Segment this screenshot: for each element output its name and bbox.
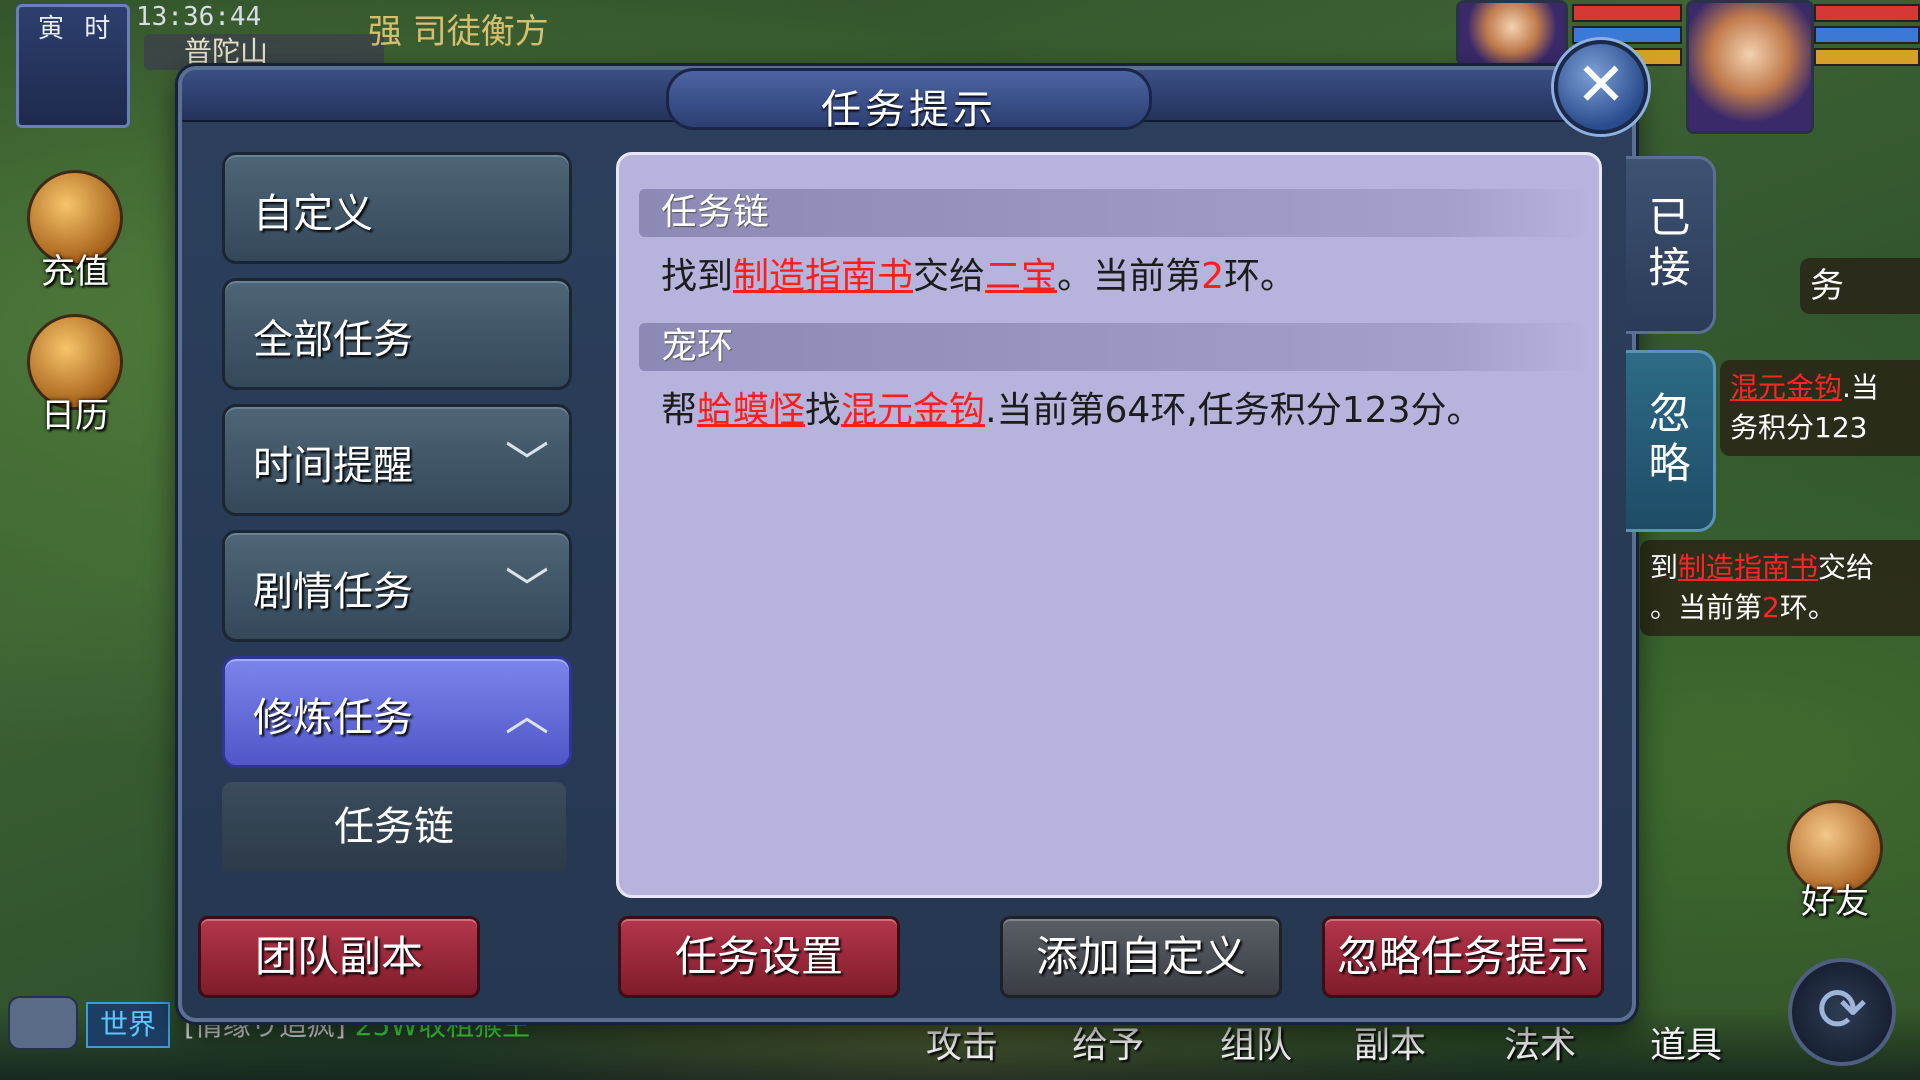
text: 找到 <box>661 256 734 297</box>
bg-text: 务积分123 <box>1730 411 1868 444</box>
subcategory-task-chain[interactable]: 任务链 <box>222 782 566 872</box>
bg-link-hunyuan[interactable]: 混元金钩 <box>1730 371 1842 404</box>
clock: 13:36:44 <box>136 2 262 32</box>
refresh-icon[interactable]: ⟳ <box>1788 958 1896 1066</box>
link-npc[interactable]: 二宝 <box>985 256 1057 297</box>
bg-text: 到 <box>1650 551 1679 584</box>
background-task-entry-1[interactable]: 混元金钩.当 务积分123 <box>1720 360 1920 456</box>
calendar-label: 日历 <box>41 396 109 436</box>
task-settings-button[interactable]: 任务设置 <box>618 916 900 998</box>
bg-text: 交给 <box>1818 551 1875 584</box>
background-task-tab: 务 <box>1800 258 1920 314</box>
recharge-button[interactable]: 充值 <box>20 170 130 293</box>
category-custom[interactable]: 自定义 <box>222 152 572 264</box>
category-cultivation-tasks[interactable]: 修炼任务 ︿ <box>222 656 572 768</box>
nav-team[interactable]: 组队 <box>1220 1016 1292 1068</box>
section-header: 任务链 <box>639 189 1591 237</box>
section-header: 宠环 <box>639 323 1591 371</box>
text: 交给 <box>913 256 986 297</box>
text: .当前第64环,任务积分123分。 <box>985 390 1483 431</box>
category-label: 修炼任务 <box>253 695 413 741</box>
nav-skills[interactable]: 法术 <box>1504 1016 1576 1068</box>
text: 环。 <box>1223 256 1296 297</box>
player-status-bars <box>1814 4 1920 70</box>
link-item[interactable]: 混元金钩 <box>841 390 985 431</box>
section-body: 帮蛤蟆怪找混元金钩.当前第64环,任务积分123分。 <box>661 381 1482 433</box>
task-hint-dialog: 任务提示 自定义 全部任务 时间提醒 ﹀ 剧情任务 ﹀ 修炼任务 ︿ 任务链 任… <box>178 66 1636 1022</box>
category-all-tasks[interactable]: 全部任务 <box>222 278 572 390</box>
section-body: 找到制造指南书交给二宝。当前第2环。 <box>661 247 1296 299</box>
category-label: 自定义 <box>253 191 373 237</box>
title-plate: 任务提示 <box>666 68 1152 133</box>
category-label: 剧情任务 <box>253 569 413 615</box>
chevron-down-icon: ﹀ <box>505 438 549 489</box>
ring-number: 2 <box>1201 256 1224 297</box>
map-name[interactable]: 普陀山 <box>144 34 384 70</box>
bg-num: 2 <box>1762 591 1780 624</box>
add-custom-button[interactable]: 添加自定义 <box>1000 916 1282 998</box>
player-portrait[interactable] <box>1686 0 1814 134</box>
nav-attack[interactable]: 攻击 <box>926 1016 998 1068</box>
link-item[interactable]: 制造指南书 <box>733 256 913 297</box>
quest-tracker-ghost: 强 司徒衡方 <box>368 12 549 52</box>
chat-bubble-icon[interactable] <box>8 996 78 1050</box>
bg-text: .当 <box>1842 371 1879 404</box>
recharge-label: 充值 <box>41 252 109 292</box>
chat-channel-tag[interactable]: 世界 <box>86 1002 170 1048</box>
bg-link-guide[interactable]: 制造指南书 <box>1678 551 1818 584</box>
background-task-entry-2[interactable]: 到制造指南书交给 。当前第2环。 <box>1640 540 1920 636</box>
link-npc[interactable]: 蛤蟆怪 <box>697 390 805 431</box>
calendar-button[interactable]: 日历 <box>20 314 130 437</box>
text: 找 <box>805 390 842 431</box>
dialog-title: 任务提示 <box>821 87 997 133</box>
friends-button[interactable]: 好友 <box>1780 800 1890 923</box>
chevron-up-icon: ︿ <box>505 690 549 741</box>
category-story-tasks[interactable]: 剧情任务 ﹀ <box>222 530 572 642</box>
category-time-reminder[interactable]: 时间提醒 ﹀ <box>222 404 572 516</box>
time-label: 寅 时 <box>38 14 117 44</box>
tab-ignored[interactable]: 忽略 <box>1626 350 1716 532</box>
pet-portrait[interactable] <box>1456 0 1568 66</box>
category-label: 全部任务 <box>253 317 413 363</box>
nav-give[interactable]: 给予 <box>1072 1016 1144 1068</box>
text: 。当前第 <box>1057 256 1202 297</box>
nav-dungeon[interactable]: 副本 <box>1354 1016 1426 1068</box>
chevron-down-icon: ﹀ <box>505 564 549 615</box>
task-content-panel: 任务链 找到制造指南书交给二宝。当前第2环。 宠环 帮蛤蟆怪找混元金钩.当前第6… <box>616 152 1602 898</box>
team-dungeon-button[interactable]: 团队副本 <box>198 916 480 998</box>
bg-text: 。当前第 <box>1650 591 1763 624</box>
tab-label: 忽略 <box>1648 389 1691 488</box>
nav-items[interactable]: 道具 <box>1650 1016 1722 1068</box>
friends-label: 好友 <box>1801 882 1869 922</box>
tab-accepted[interactable]: 已接 <box>1626 156 1716 334</box>
category-label: 时间提醒 <box>253 443 413 489</box>
close-icon[interactable]: ✕ <box>1554 40 1648 134</box>
ignore-task-hint-button[interactable]: 忽略任务提示 <box>1322 916 1604 998</box>
text: 帮 <box>661 390 698 431</box>
tab-label: 已接 <box>1648 193 1691 292</box>
bg-text: 环。 <box>1779 591 1836 624</box>
